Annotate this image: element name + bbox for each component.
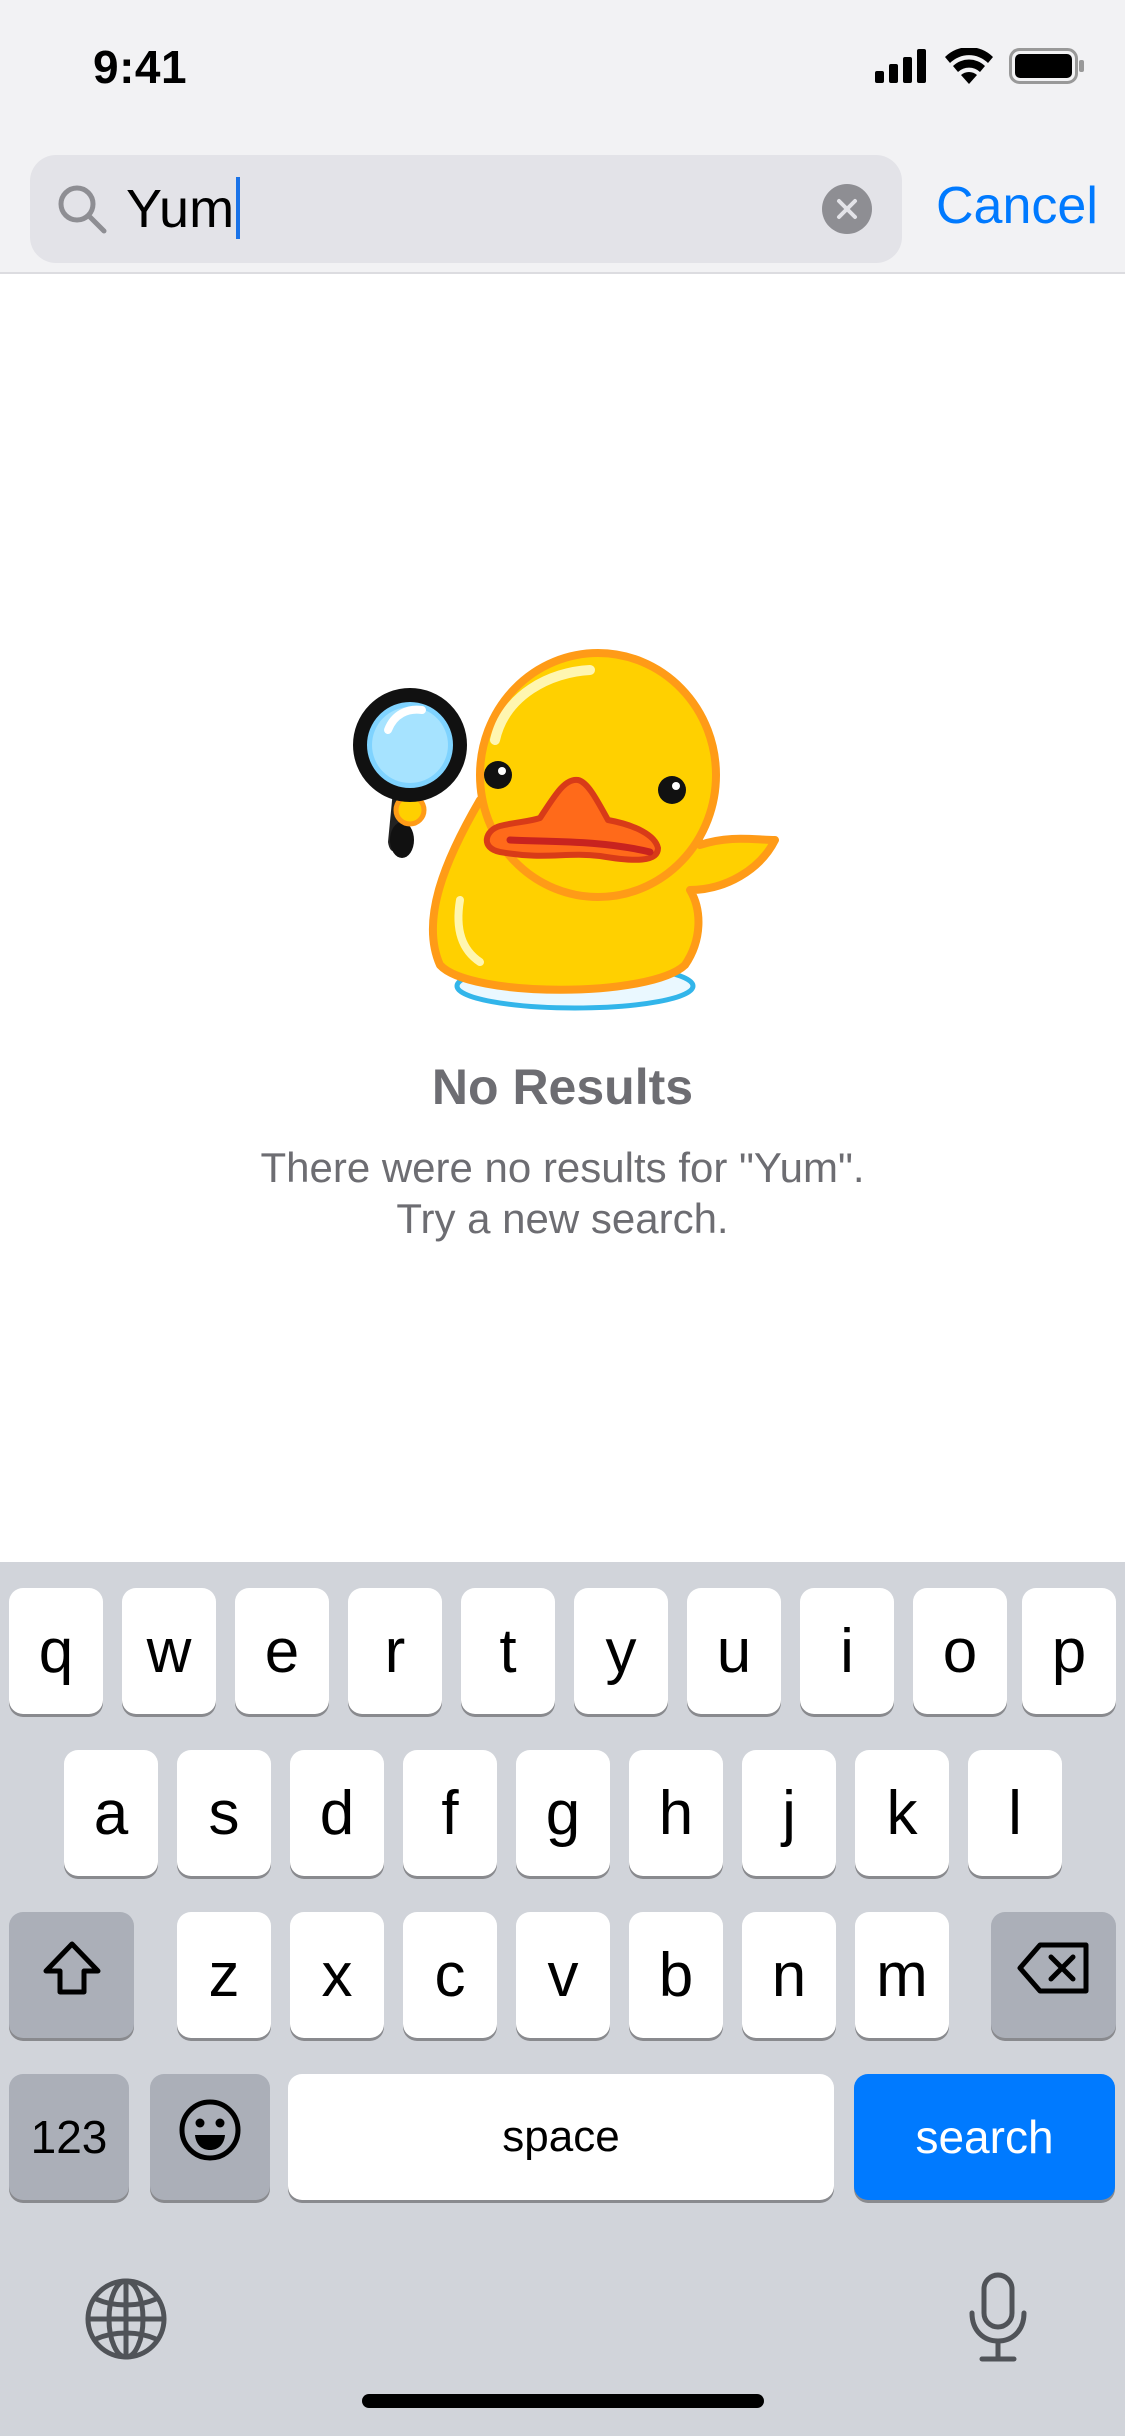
key-k[interactable]: k bbox=[855, 1750, 949, 1876]
key-o[interactable]: o bbox=[913, 1588, 1007, 1714]
key-q[interactable]: q bbox=[9, 1588, 103, 1714]
microphone-icon[interactable] bbox=[966, 2271, 1030, 2370]
key-v[interactable]: v bbox=[516, 1912, 610, 2038]
globe-icon[interactable] bbox=[84, 2277, 168, 2366]
key-u[interactable]: u bbox=[687, 1588, 781, 1714]
empty-state-message-line-1: There were no results for "Yum". bbox=[260, 1144, 865, 1191]
key-p[interactable]: p bbox=[1022, 1588, 1116, 1714]
key-e[interactable]: e bbox=[235, 1588, 329, 1714]
duck-magnifier-sticker bbox=[350, 630, 790, 1030]
backspace-icon bbox=[1016, 1940, 1092, 2011]
key-z[interactable]: z bbox=[177, 1912, 271, 2038]
key-x[interactable]: x bbox=[290, 1912, 384, 2038]
key-i[interactable]: i bbox=[800, 1588, 894, 1714]
key-a[interactable]: a bbox=[64, 1750, 158, 1876]
search-query: Yum bbox=[126, 177, 241, 241]
status-time: 9:41 bbox=[93, 41, 188, 93]
key-b[interactable]: b bbox=[629, 1912, 723, 2038]
home-indicator bbox=[362, 2394, 764, 2408]
key-s[interactable]: s bbox=[177, 1750, 271, 1876]
battery-icon bbox=[1009, 48, 1085, 89]
empty-state-message-line-2: Try a new search. bbox=[396, 1195, 729, 1242]
key-d[interactable]: d bbox=[290, 1750, 384, 1876]
search-header: 9:41 Yum Cancel bbox=[0, 0, 1125, 274]
search-key[interactable]: search bbox=[854, 2074, 1115, 2200]
text-caret bbox=[236, 177, 241, 239]
key-f[interactable]: f bbox=[403, 1750, 497, 1876]
key-c[interactable]: c bbox=[403, 1912, 497, 2038]
shift-icon bbox=[40, 1939, 104, 2012]
key-j[interactable]: j bbox=[742, 1750, 836, 1876]
search-query-text: Yum bbox=[126, 179, 235, 239]
key-m[interactable]: m bbox=[855, 1912, 949, 2038]
wifi-icon bbox=[945, 47, 993, 89]
key-t[interactable]: t bbox=[461, 1588, 555, 1714]
key-y[interactable]: y bbox=[574, 1588, 668, 1714]
empty-state-title: No Results bbox=[431, 1059, 694, 1115]
emoji-key[interactable] bbox=[150, 2074, 270, 2200]
key-g[interactable]: g bbox=[516, 1750, 610, 1876]
backspace-key[interactable] bbox=[991, 1912, 1116, 2038]
search-icon bbox=[56, 183, 108, 240]
key-l[interactable]: l bbox=[968, 1750, 1062, 1876]
signal-icon bbox=[875, 49, 929, 88]
key-h[interactable]: h bbox=[629, 1750, 723, 1876]
search-input[interactable]: Yum bbox=[30, 155, 902, 263]
keyboard: q w e r t y u i o p a s d f g h j k l z … bbox=[0, 1562, 1125, 2436]
clear-icon[interactable] bbox=[822, 184, 872, 234]
space-key[interactable]: space bbox=[288, 2074, 834, 2200]
shift-key[interactable] bbox=[9, 1912, 134, 2038]
numbers-key[interactable]: 123 bbox=[9, 2074, 129, 2200]
key-w[interactable]: w bbox=[122, 1588, 216, 1714]
key-r[interactable]: r bbox=[348, 1588, 442, 1714]
key-n[interactable]: n bbox=[742, 1912, 836, 2038]
emoji-icon bbox=[178, 2098, 242, 2177]
status-icons bbox=[875, 47, 1085, 89]
cancel-button[interactable]: Cancel bbox=[936, 176, 1098, 236]
